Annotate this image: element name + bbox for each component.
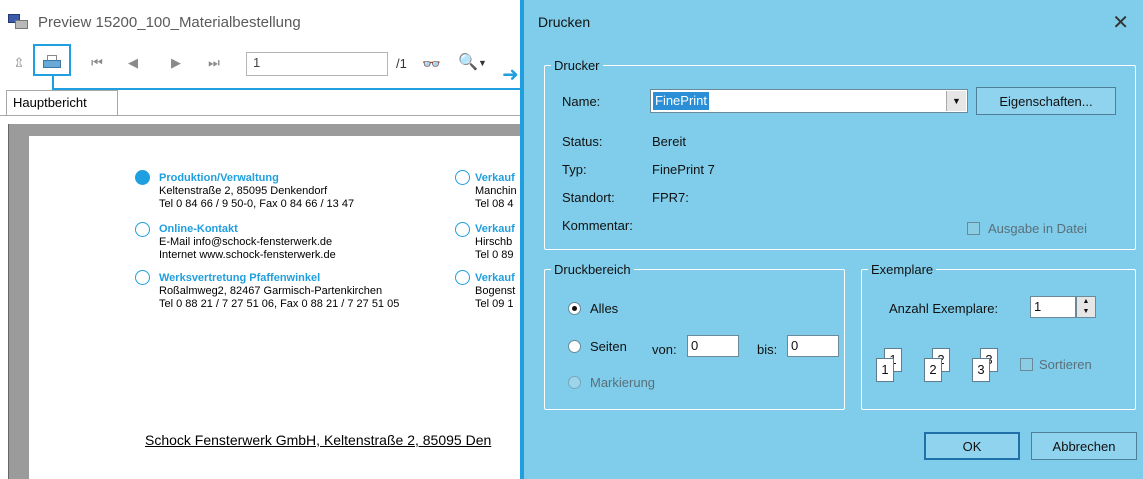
next-page-icon[interactable]: ▶: [165, 52, 187, 74]
range-all-label: Alles: [590, 301, 619, 316]
printer-select-value: FinePrint: [653, 92, 710, 110]
location-label: Standort:: [562, 190, 615, 205]
close-icon[interactable]: ✕: [1112, 10, 1129, 35]
copies-stepper[interactable]: ▲ ▼: [1076, 296, 1096, 318]
prev-page-icon[interactable]: ◀: [122, 52, 144, 74]
address-block-sales-1: Verkauf Manchin Tel 08 4: [475, 172, 517, 210]
callout-arrow-line: [52, 88, 520, 90]
range-selection-label: Markierung: [590, 375, 656, 390]
range-selection-radio[interactable]: [568, 376, 581, 389]
range-pages-radio[interactable]: [568, 340, 581, 353]
status-value: Bereit: [652, 134, 686, 149]
address-block-sales-3: Verkauf Bogenst Tel 09 1: [475, 272, 516, 310]
preview-titlebar: Preview 15200_100_Materialbestellung: [8, 10, 301, 34]
print-range-label: Druckbereich: [554, 262, 631, 277]
callout-arrow-head: ➜: [502, 64, 519, 86]
range-all-radio[interactable]: [568, 302, 581, 315]
stepper-down-icon[interactable]: ▼: [1077, 307, 1095, 317]
type-label: Typ:: [562, 162, 587, 177]
name-label: Name:: [562, 94, 601, 109]
printer-select[interactable]: FinePrint ▼: [650, 89, 968, 113]
range-pages-label: Seiten: [590, 339, 627, 354]
comment-label: Kommentar:: [562, 218, 633, 233]
page-stack-1-icon: 1 1: [876, 348, 902, 382]
from-label: von:: [652, 342, 677, 357]
bullet-icon: [455, 222, 470, 237]
address-block-sales-2: Verkauf Hirschb Tel 0 89: [475, 223, 515, 261]
zoom-dropdown-icon[interactable]: ▼: [478, 58, 487, 68]
find-icon[interactable]: 👓: [422, 55, 441, 73]
page-number-input[interactable]: 1: [246, 52, 388, 76]
copies-input[interactable]: 1: [1030, 296, 1076, 318]
properties-button[interactable]: Eigenschaften...: [976, 87, 1116, 115]
report-footer: Schock Fensterwerk GmbH, Keltenstraße 2,…: [145, 432, 492, 448]
ok-button[interactable]: OK: [924, 432, 1020, 460]
bullet-filled-icon: [135, 170, 150, 185]
export-icon[interactable]: ⇫: [8, 52, 30, 74]
address-block-pfaffenwinkel: Werksvertretung Pfaffenwinkel Roßalmweg2…: [159, 272, 400, 310]
type-value: FinePrint 7: [652, 162, 715, 177]
bullet-icon: [455, 170, 470, 185]
preview-title: Preview 15200_100_Materialbestellung: [38, 13, 301, 31]
to-label: bis:: [757, 342, 778, 357]
print-to-file-checkbox[interactable]: [967, 222, 980, 235]
print-dialog: Drucken ✕ Drucker Name: FinePrint ▼ Eige…: [520, 0, 1143, 479]
printer-group-label: Drucker: [554, 58, 600, 73]
page-stack-2-icon: 2 2: [924, 348, 950, 382]
dialog-title: Drucken: [538, 14, 591, 30]
collate-checkbox[interactable]: [1020, 358, 1033, 371]
copies-group-label: Exemplare: [871, 262, 934, 277]
chevron-down-icon[interactable]: ▼: [946, 91, 966, 111]
last-page-icon[interactable]: ⏭: [203, 52, 225, 74]
tab-divider: [0, 115, 530, 116]
location-value: FPR7:: [652, 190, 689, 205]
print-button-highlight: [33, 44, 71, 76]
bullet-icon: [135, 270, 150, 285]
address-block-online: Online-Kontakt E-Mail info@schock-fenste…: [159, 223, 336, 261]
bullet-icon: [135, 222, 150, 237]
stepper-up-icon[interactable]: ▲: [1077, 297, 1095, 307]
report-app-icon: [8, 14, 28, 30]
zoom-icon[interactable]: 🔍: [458, 52, 478, 72]
from-input[interactable]: 0: [687, 335, 739, 357]
preview-canvas: Produktion/Verwaltung Keltenstraße 2, 85…: [8, 124, 531, 479]
address-block-production: Produktion/Verwaltung Keltenstraße 2, 85…: [159, 172, 355, 210]
report-page: Produktion/Verwaltung Keltenstraße 2, 85…: [29, 136, 531, 479]
first-page-icon[interactable]: ⏮: [86, 52, 108, 74]
collate-illustration: 1 1 2 2 3 3: [876, 348, 1016, 388]
to-input[interactable]: 0: [787, 335, 839, 357]
preview-window: Preview 15200_100_Materialbestellung ⇫ ⏮…: [0, 0, 531, 479]
tab-hauptbericht[interactable]: Hauptbericht: [6, 90, 118, 116]
bullet-icon: [455, 270, 470, 285]
page-total: /1: [396, 56, 407, 71]
page-stack-3-icon: 3 3: [972, 348, 998, 382]
collate-label: Sortieren: [1039, 357, 1092, 372]
copies-label: Anzahl Exemplare:: [889, 301, 999, 316]
print-to-file-label: Ausgabe in Datei: [988, 221, 1088, 236]
status-label: Status:: [562, 134, 603, 149]
cancel-button[interactable]: Abbrechen: [1031, 432, 1137, 460]
